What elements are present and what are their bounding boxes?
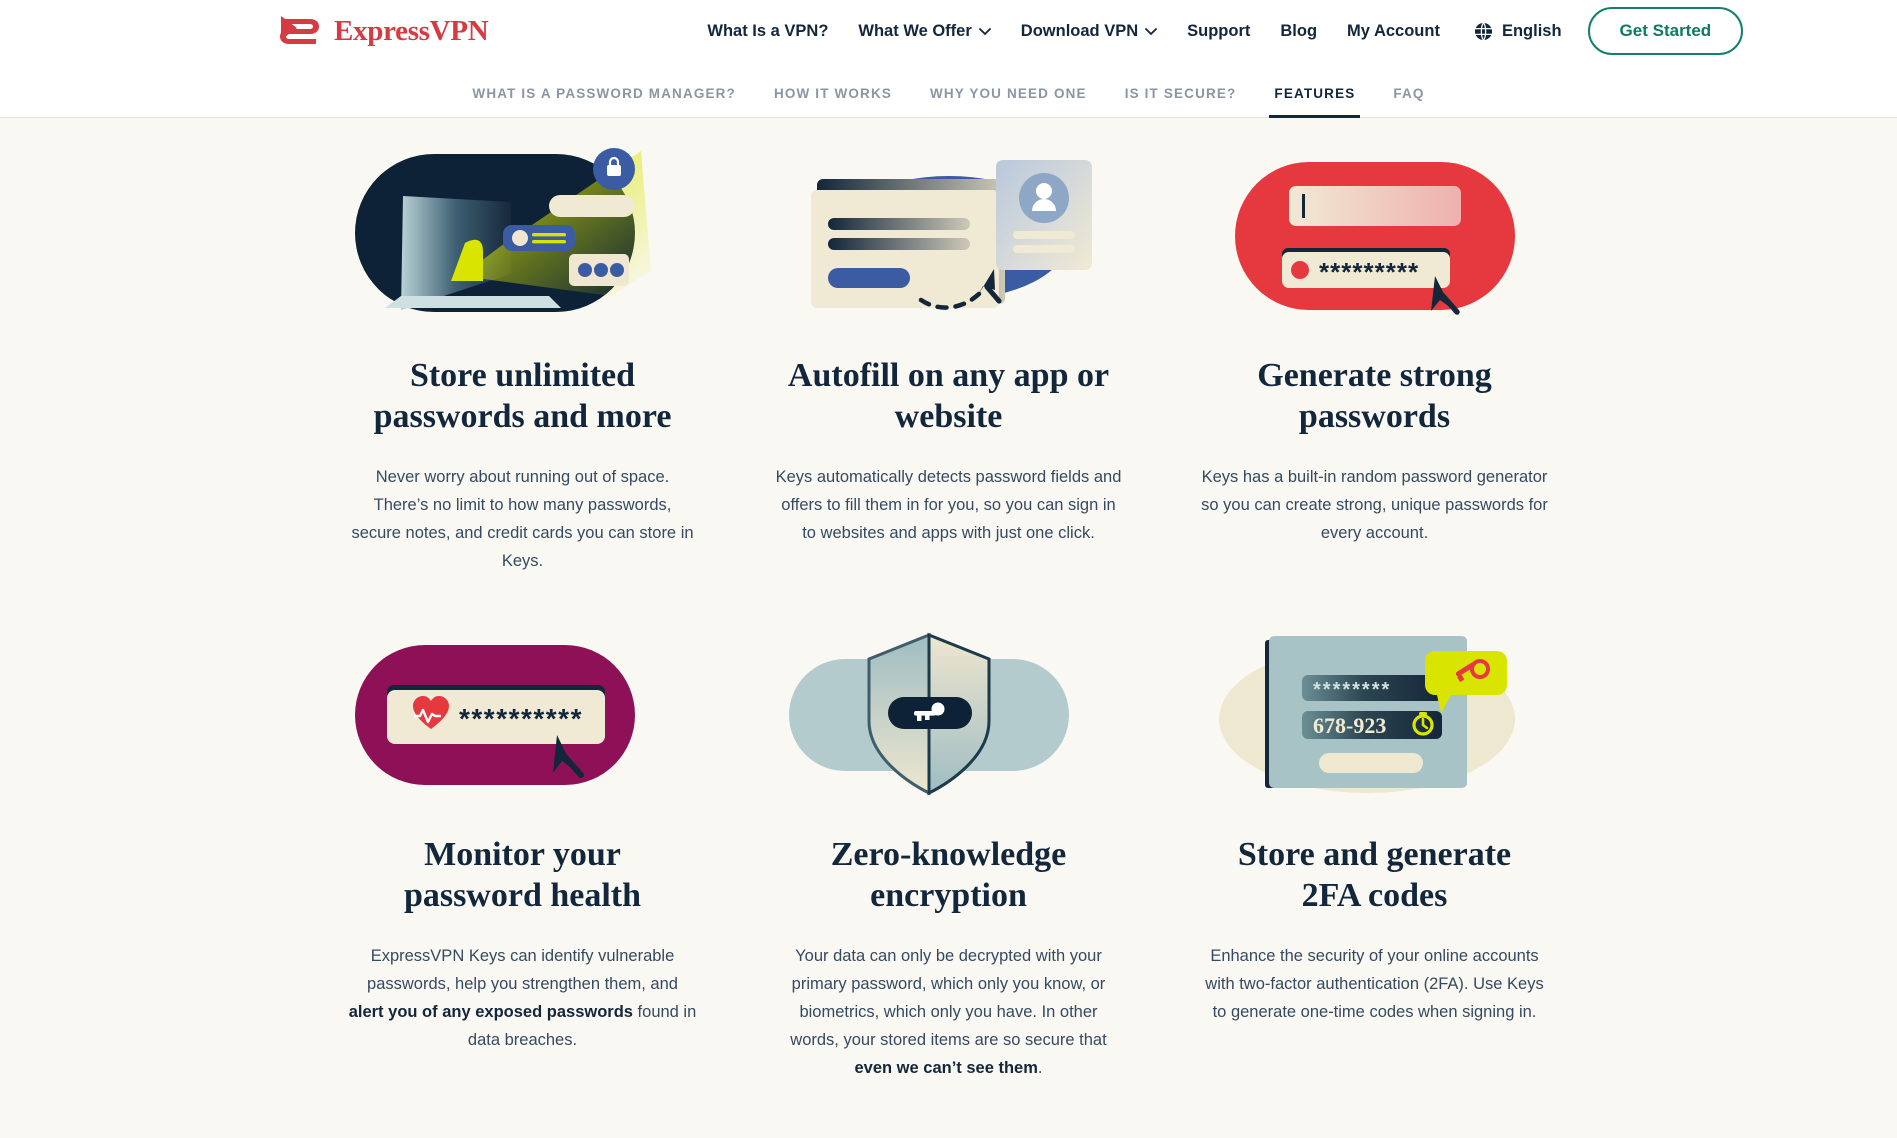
feature-title: Autofill on any app or website — [787, 357, 1110, 435]
main-nav: What Is a VPN? What We Offer Download VP… — [707, 22, 1440, 41]
language-label: English — [1501, 21, 1562, 40]
nav-item-support[interactable]: Support — [1187, 22, 1250, 41]
feature-card: Zero-knowledge encryption Your data can … — [765, 627, 1133, 1082]
feature-body-emphasis: even we can’t see them — [854, 1059, 1038, 1077]
chevron-down-icon — [1145, 27, 1158, 35]
nav-label: What Is a VPN? — [707, 21, 829, 40]
subtab-is-it-secure[interactable]: IS IT SECURE? — [1106, 86, 1256, 117]
feature-title: Store unlimited passwords and more — [373, 357, 672, 435]
expressvpn-logo-icon — [280, 16, 319, 44]
nav-label: Download VPN — [1020, 21, 1139, 40]
feature-body: Keys automatically detects password fiel… — [775, 463, 1123, 547]
nav-item-what-is-a-vpn[interactable]: What Is a VPN? — [707, 22, 828, 41]
header-right-group: English Get Started — [1474, 7, 1744, 55]
feature-body-text: Never worry about running out of space. … — [351, 468, 694, 570]
feature-body-text: Your data can only be decrypted with you… — [790, 947, 1107, 1049]
nav-label: What We Offer — [858, 21, 972, 40]
feature-body: ExpressVPN Keys can identify vulnerable … — [349, 942, 697, 1054]
feature-body: Never worry about running out of space. … — [349, 463, 697, 575]
subtab-faq[interactable]: FAQ — [1374, 86, 1443, 117]
nav-item-my-account[interactable]: My Account — [1347, 22, 1440, 41]
feature-card: Autofill on any app or website Keys auto… — [765, 148, 1133, 575]
feature-body: Your data can only be decrypted with you… — [775, 942, 1123, 1082]
feature-title: Zero-knowledge encryption — [830, 836, 1067, 914]
nav-label: Blog — [1280, 21, 1318, 40]
subtab-how-it-works[interactable]: HOW IT WORKS — [755, 86, 911, 117]
svg-text:********: ******** — [1313, 679, 1391, 701]
twofa-code-illustration: ******** 678-923 — [1218, 636, 1515, 793]
chevron-down-icon — [978, 27, 991, 35]
feature-title: Monitor your password health — [403, 836, 642, 914]
language-selector[interactable]: English — [1474, 22, 1562, 41]
password-health-heartbeat-illustration: ********** — [354, 645, 635, 785]
feature-title: Generate strong passwords — [1257, 357, 1492, 435]
laptop-spotlight-lock-illustration — [354, 148, 651, 312]
subtab-features[interactable]: FEATURES — [1255, 86, 1374, 118]
globe-icon — [1474, 22, 1493, 40]
nav-label: Support — [1187, 21, 1251, 40]
features-grid: Store unlimited passwords and more Never… — [339, 148, 1559, 1082]
feature-body-text: Enhance the security of your online acco… — [1205, 947, 1544, 1021]
svg-text:**********: ********** — [459, 703, 583, 734]
feature-card: Store unlimited passwords and more Never… — [339, 148, 707, 575]
nav-item-blog[interactable]: Blog — [1280, 22, 1317, 41]
password-generator-illustration: ********* — [1234, 162, 1515, 315]
features-section: Store unlimited passwords and more Never… — [0, 118, 1897, 1082]
feature-body-emphasis: alert you of any exposed passwords — [348, 1003, 633, 1021]
feature-card: ******** 678-923 Store and generate 2FA … — [1191, 627, 1559, 1082]
feature-body: Keys has a built-in random password gene… — [1201, 463, 1549, 547]
feature-card: ********** Monitor your password health … — [339, 627, 707, 1082]
section-subnav: WHAT IS A PASSWORD MANAGER? HOW IT WORKS… — [0, 62, 1897, 118]
nav-item-download-vpn[interactable]: Download VPN — [1020, 21, 1158, 41]
subtab-why-you-need-one[interactable]: WHY YOU NEED ONE — [911, 86, 1106, 117]
feature-body-text: Keys automatically detects password fiel… — [775, 468, 1122, 542]
brand-name: ExpressVPN — [334, 14, 489, 47]
feature-body: Enhance the security of your online acco… — [1201, 942, 1549, 1026]
autofill-form-profile-card-illustration — [810, 160, 1092, 310]
site-header: ExpressVPN What Is a VPN? What We Offer … — [0, 0, 1897, 62]
brand[interactable]: ExpressVPN — [278, 14, 489, 48]
feature-card: ********* Generate strong passwords Keys… — [1191, 148, 1559, 575]
nav-label: My Account — [1347, 21, 1440, 40]
feature-body-text: Keys has a built-in random password gene… — [1201, 468, 1548, 542]
twofa-code-value: 678-923 — [1313, 713, 1386, 738]
feature-body-text: ExpressVPN Keys can identify vulnerable … — [367, 947, 678, 993]
svg-text:*********: ********* — [1319, 257, 1419, 287]
feature-title: Store and generate 2FA codes — [1237, 836, 1512, 914]
subtab-what-is-a-password-manager[interactable]: WHAT IS A PASSWORD MANAGER? — [453, 86, 755, 117]
nav-item-what-we-offer[interactable]: What We Offer — [858, 21, 991, 41]
shield-key-illustration — [788, 632, 1069, 796]
get-started-button[interactable]: Get Started — [1587, 7, 1744, 55]
feature-body-tail: . — [1037, 1059, 1043, 1077]
